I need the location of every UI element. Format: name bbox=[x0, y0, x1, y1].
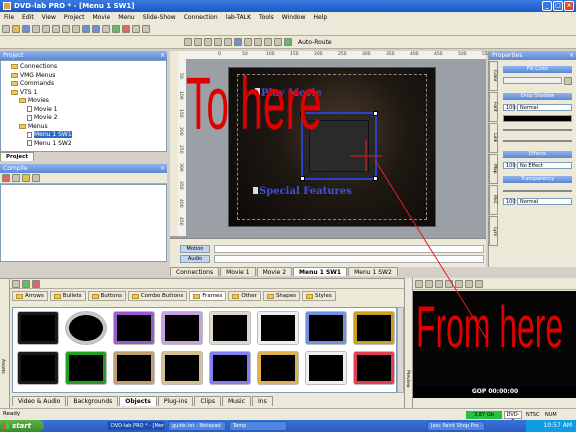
annotation-to-here: To here bbox=[186, 62, 322, 145]
annotation-from-here: From here bbox=[416, 295, 564, 360]
